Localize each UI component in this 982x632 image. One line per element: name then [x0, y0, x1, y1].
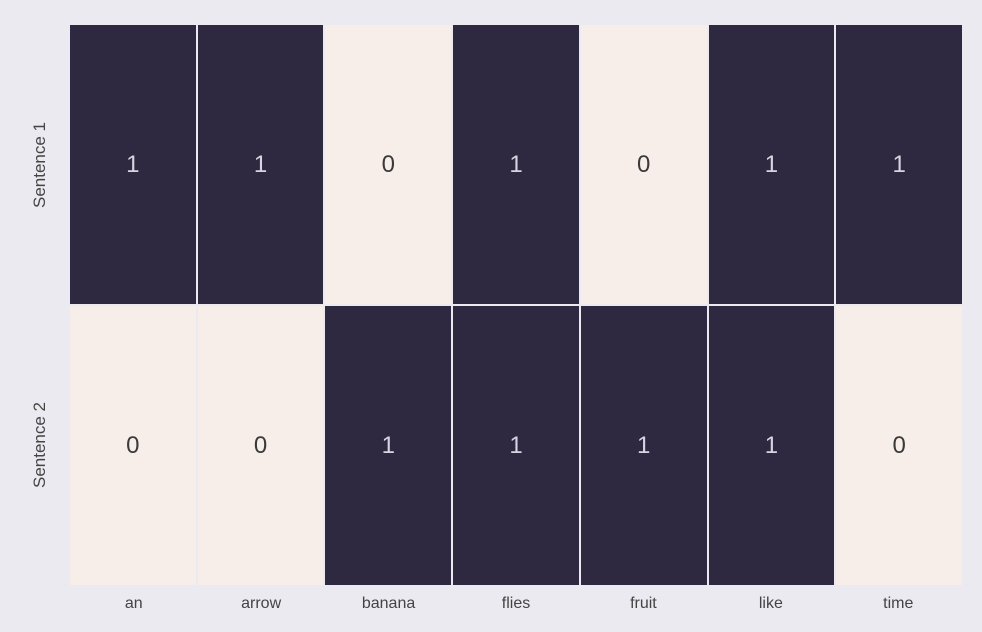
- x-label-5: like: [707, 595, 834, 613]
- heatmap-cell: 1: [453, 25, 579, 304]
- heatmap-cell: 0: [198, 306, 324, 585]
- x-label-2: banana: [325, 595, 452, 613]
- heatmap-grid: 11010110011110: [70, 25, 962, 585]
- heatmap-cell: 1: [325, 306, 451, 585]
- x-label-3: flies: [452, 595, 579, 613]
- heatmap-cell: 1: [70, 25, 196, 304]
- x-label-1: arrow: [197, 595, 324, 613]
- heatmap-cell: 1: [709, 306, 835, 585]
- heatmap-chart: 11010110011110: [70, 25, 962, 585]
- x-axis-labels: an arrow banana flies fruit like time: [70, 595, 962, 613]
- heatmap-cell: 1: [198, 25, 324, 304]
- heatmap-cell: 0: [325, 25, 451, 304]
- heatmap-cell: 1: [836, 25, 962, 304]
- heatmap-cell: 0: [836, 306, 962, 585]
- heatmap-cell: 0: [70, 306, 196, 585]
- heatmap-cell: 0: [581, 25, 707, 304]
- x-label-4: fruit: [580, 595, 707, 613]
- heatmap-cell: 1: [709, 25, 835, 304]
- heatmap-cell: 1: [581, 306, 707, 585]
- y-axis-labels: Sentence 1 Sentence 2: [20, 25, 60, 585]
- y-label-1: Sentence 2: [20, 305, 60, 585]
- x-label-6: time: [835, 595, 962, 613]
- y-label-0: Sentence 1: [20, 25, 60, 305]
- heatmap-cell: 1: [453, 306, 579, 585]
- x-label-0: an: [70, 595, 197, 613]
